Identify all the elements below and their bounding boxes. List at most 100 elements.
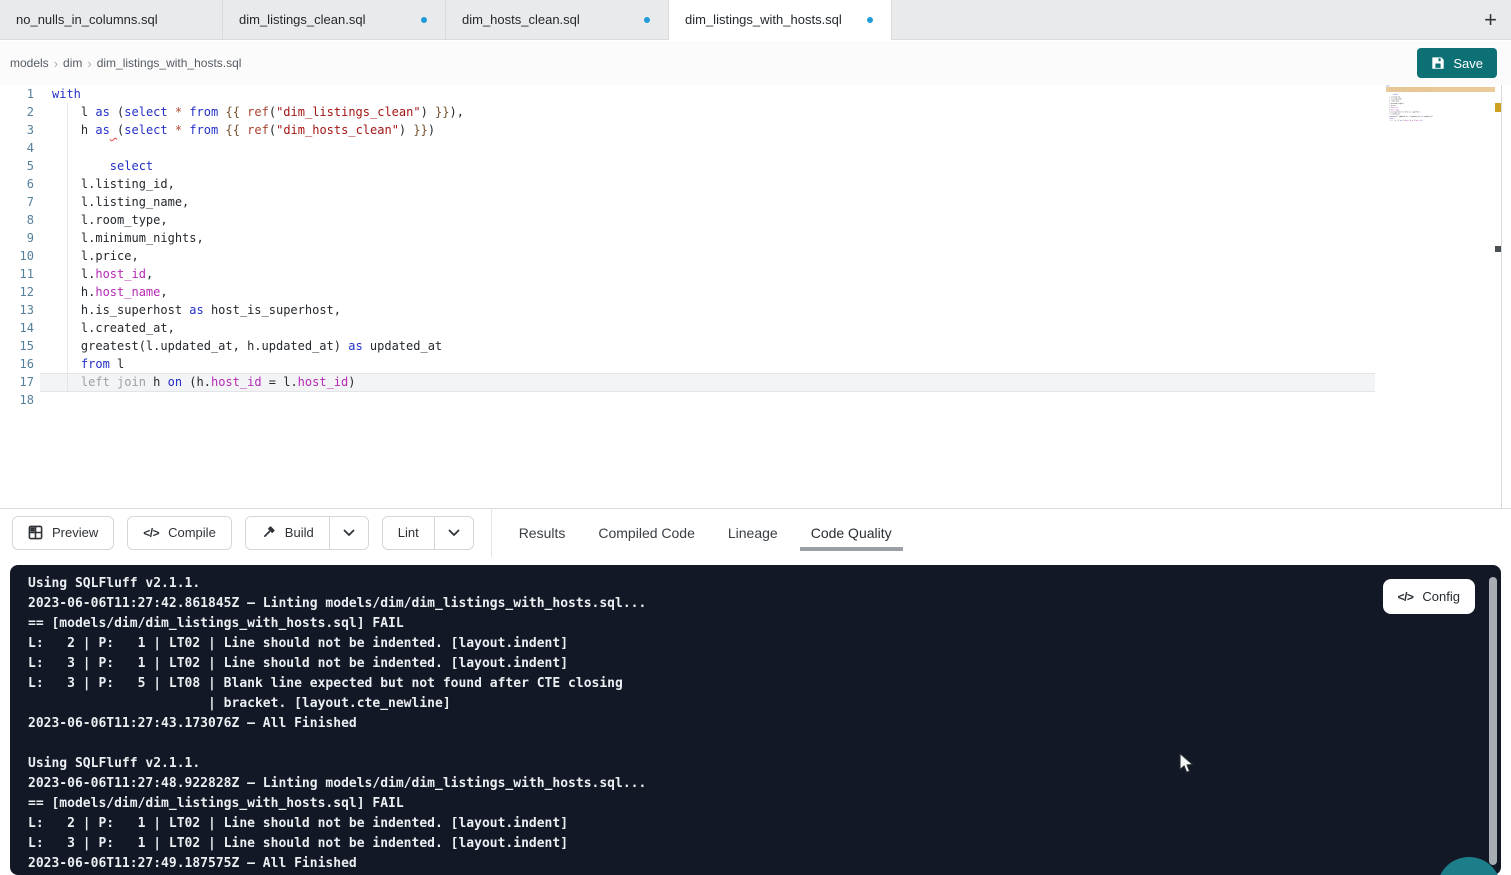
code-token: ) xyxy=(399,123,413,137)
hammer-icon xyxy=(261,525,276,540)
code-token: as xyxy=(95,123,109,137)
config-button[interactable]: </> Config xyxy=(1383,579,1475,614)
breadcrumb-bar: models›dim›dim_listings_with_hosts.sql S… xyxy=(0,41,1511,85)
file-tab[interactable]: no_nulls_in_columns.sql xyxy=(0,0,223,39)
code-token: ( xyxy=(269,105,276,119)
code-line: left join h on (h.host_id = l.host_id) xyxy=(52,373,1381,391)
lint-label: Lint xyxy=(398,525,419,540)
code-token: as xyxy=(348,339,362,353)
code-token: left join xyxy=(1389,120,1398,122)
panel-tab-code-quality[interactable]: Code Quality xyxy=(811,525,892,541)
code-token: l xyxy=(52,105,95,119)
terminal-line: 2023-06-06T11:27:43.173076Z — All Finish… xyxy=(28,714,1501,734)
code-icon: </> xyxy=(1398,590,1414,604)
build-button[interactable]: Build xyxy=(246,517,329,549)
lint-dropdown-button[interactable] xyxy=(434,517,473,549)
terminal-line: == [models/dim/dim_listings_with_hosts.s… xyxy=(28,794,1501,814)
code-token: select xyxy=(124,105,167,119)
terminal-line: 2023-06-06T11:27:48.922828Z — Linting mo… xyxy=(28,774,1501,794)
code-token: ) xyxy=(348,375,355,389)
code-token: * xyxy=(175,105,182,119)
code-token xyxy=(168,105,175,119)
compile-button[interactable]: </>Compile xyxy=(128,517,231,549)
file-tab-bar: no_nulls_in_columns.sqldim_listings_clea… xyxy=(0,0,1511,40)
code-line: from l xyxy=(52,355,1381,373)
terminal-line: L: 3 | P: 1 | LT02 | Line should not be … xyxy=(28,654,1501,674)
code-line xyxy=(1386,122,1448,124)
code-line: select xyxy=(52,157,1381,175)
code-token: from xyxy=(81,357,110,371)
overview-ruler[interactable] xyxy=(1495,85,1502,508)
toolbar-buttons: Preview </>Compile Build Lint xyxy=(0,516,474,550)
compile-button-group: </>Compile xyxy=(127,516,232,550)
code-token: from xyxy=(189,123,218,137)
code-line: h as (select * from {{ ref("dim_hosts_cl… xyxy=(52,121,1381,139)
build-dropdown-button[interactable] xyxy=(329,517,368,549)
code-line: with xyxy=(52,85,1381,103)
code-token: ), xyxy=(449,105,463,119)
modified-indicator-icon xyxy=(644,17,650,23)
code-line: l.listing_id, xyxy=(52,175,1381,193)
chevron-right-icon: › xyxy=(87,56,91,71)
code-line: l.listing_name, xyxy=(52,193,1381,211)
code-token: , xyxy=(146,267,153,281)
panel-tab-compiled-code[interactable]: Compiled Code xyxy=(598,525,695,541)
code-editor[interactable]: 123456789101112131415161718 with l as (s… xyxy=(0,85,1502,508)
terminal-scrollbar[interactable] xyxy=(1489,577,1497,865)
code-icon: </> xyxy=(143,525,159,540)
terminal-line: L: 2 | P: 1 | LT02 | Line should not be … xyxy=(28,634,1501,654)
panel-tabs: Results Compiled Code Lineage Code Quality xyxy=(519,509,892,557)
code-line: l.minimum_nights, xyxy=(52,229,1381,247)
code-token: left join xyxy=(81,375,153,389)
code-token: "dim_listings_clean" xyxy=(276,105,421,119)
minimap[interactable]: with l as (select * from {{ ref("dim_lis… xyxy=(1386,85,1501,165)
save-button[interactable]: Save xyxy=(1417,48,1497,78)
code-token: ( xyxy=(110,105,124,119)
terminal-line: L: 3 | P: 1 | LT02 | Line should not be … xyxy=(28,834,1501,854)
code-line: h.is_superhost as host_is_superhost, xyxy=(52,301,1381,319)
terminal-line: == [models/dim/dim_listings_with_hosts.s… xyxy=(28,614,1501,634)
overview-scroll-thumb xyxy=(1495,246,1502,252)
preview-button[interactable]: Preview xyxy=(13,517,113,549)
breadcrumb-item[interactable]: dim xyxy=(63,56,82,70)
build-label: Build xyxy=(285,525,314,540)
breadcrumb-item[interactable]: dim_listings_with_hosts.sql xyxy=(97,56,242,70)
code-token: ref xyxy=(247,123,269,137)
terminal-line xyxy=(28,734,1501,754)
panel-tab-lineage[interactable]: Lineage xyxy=(728,525,778,541)
panel-tab-results[interactable]: Results xyxy=(519,525,566,541)
code-token: select xyxy=(110,159,153,173)
file-tab[interactable]: dim_hosts_clean.sql xyxy=(446,0,669,39)
code-line: l as (select * from {{ ref("dim_listings… xyxy=(52,103,1381,121)
modified-indicator-icon xyxy=(867,17,873,23)
file-tabs: no_nulls_in_columns.sqldim_listings_clea… xyxy=(0,0,892,39)
terminal-line: Using SQLFluff v2.1.1. xyxy=(28,574,1501,594)
code-token xyxy=(110,123,117,137)
file-tab[interactable]: dim_listings_clean.sql xyxy=(223,0,446,39)
new-tab-button[interactable]: + xyxy=(1470,1,1511,39)
chevron-down-icon xyxy=(448,529,460,537)
code-token: host_is_superhost, xyxy=(1404,111,1420,113)
minimap-warning-marker xyxy=(1386,87,1501,92)
code-token xyxy=(52,357,81,371)
code-token: host_name xyxy=(95,285,160,299)
code-token: = l. xyxy=(262,375,298,389)
code-line: h.host_name, xyxy=(52,283,1381,301)
file-tab[interactable]: dim_listings_with_hosts.sql xyxy=(669,0,892,39)
breadcrumb-item[interactable]: models xyxy=(10,56,49,70)
lint-button[interactable]: Lint xyxy=(383,517,434,549)
code-token: ref xyxy=(247,105,269,119)
code-token: , xyxy=(160,285,167,299)
config-label: Config xyxy=(1422,589,1460,604)
code-token: l.listing_name, xyxy=(52,195,189,209)
code-token: host_id xyxy=(211,375,262,389)
terminal-output-panel: Using SQLFluff v2.1.1. 2023-06-06T11:27:4… xyxy=(10,565,1501,875)
code-token: (h. xyxy=(182,375,211,389)
chevron-down-icon xyxy=(343,529,355,537)
code-token: with xyxy=(52,87,81,101)
code-token: }} xyxy=(413,123,427,137)
preview-button-group: Preview xyxy=(12,516,114,550)
code-line: greatest(l.updated_at, h.updated_at) as … xyxy=(52,337,1381,355)
dbt-ide-window: no_nulls_in_columns.sqldim_listings_clea… xyxy=(0,0,1511,875)
terminal-log: Using SQLFluff v2.1.1. 2023-06-06T11:27:4… xyxy=(10,565,1501,874)
